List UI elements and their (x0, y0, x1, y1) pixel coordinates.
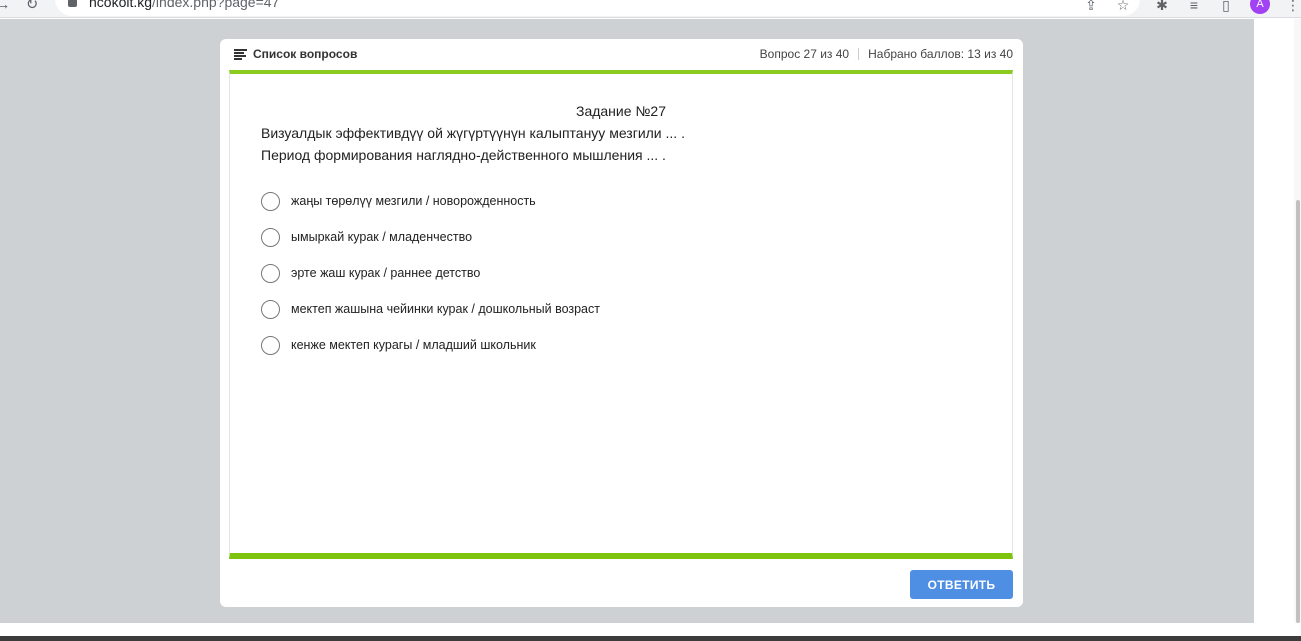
radio-button[interactable] (261, 192, 280, 211)
score-counter: Набрано баллов: 13 из 40 (868, 47, 1013, 61)
scrollbar-thumb[interactable] (1296, 200, 1300, 623)
bottom-strip (0, 623, 1301, 636)
url-text[interactable]: ncokoit.kg/index.php?page=47 (89, 0, 279, 10)
question-text-russian: Период формирования наглядно-действенног… (261, 147, 666, 163)
radio-button[interactable] (261, 300, 280, 319)
url-host: ncokoit.kg (89, 0, 153, 10)
menu-icon[interactable]: ⋮ (1283, 0, 1301, 14)
share-icon[interactable]: ⇪ (1081, 0, 1101, 14)
lock-icon[interactable] (68, 0, 77, 7)
answer-option[interactable]: жаңы төрөлүү мезгили / новорожденность (261, 192, 761, 212)
answer-option[interactable]: эрте жаш курак / раннее детство (261, 264, 761, 284)
option-label[interactable]: эрте жаш курак / раннее детство (291, 266, 480, 280)
url-path: /index.php?page=47 (152, 0, 280, 10)
star-icon[interactable]: ☆ (1113, 0, 1133, 14)
option-label[interactable]: кенже мектеп курагы / младший школьник (291, 338, 536, 352)
reload-icon[interactable]: ↻ (23, 0, 41, 14)
quiz-card: Список вопросов Вопрос 27 из 40 Набрано б… (220, 39, 1023, 607)
divider (858, 48, 860, 60)
radio-button[interactable] (261, 228, 280, 247)
option-label[interactable]: мектеп жашына чейинки курак / дошкольный… (291, 302, 600, 316)
question-box: Задание №27 Визуалдык эффективдүү ой жүг… (229, 70, 1013, 559)
radio-button[interactable] (261, 336, 280, 355)
list-icon[interactable] (234, 49, 247, 60)
answer-option[interactable]: мектеп жашына чейинки курак / дошкольный… (261, 300, 761, 320)
answer-option[interactable]: ымыркай курак / младенчество (261, 228, 761, 248)
taskbar (0, 636, 1301, 641)
question-counter: Вопрос 27 из 40 (759, 47, 850, 61)
progress-info: Вопрос 27 из 40 Набрано баллов: 13 из 40 (760, 47, 1013, 61)
card-header: Список вопросов Вопрос 27 из 40 Набрано б… (220, 39, 1023, 71)
sidepanel-icon[interactable]: ▯ (1216, 0, 1236, 14)
submit-answer-button[interactable]: ОТВЕТИТЬ (910, 570, 1013, 599)
question-text-kyrgyz: Визуалдык эффективдүү ой жүгүртүүнүн кал… (261, 125, 685, 141)
forward-icon[interactable]: → (0, 0, 12, 14)
question-list-link[interactable]: Список вопросов (253, 47, 357, 61)
option-label[interactable]: жаңы төрөлүү мезгили / новорожденность (291, 194, 536, 208)
radio-button[interactable] (261, 264, 280, 283)
task-title: Задание №27 (575, 103, 666, 119)
option-label[interactable]: ымыркай курак / младенчество (291, 230, 472, 244)
answer-option[interactable]: кенже мектеп курагы / младший школьник (261, 336, 761, 356)
extensions-icon[interactable]: ✱ (1152, 0, 1172, 14)
media-icon[interactable]: ≡ (1184, 0, 1204, 14)
